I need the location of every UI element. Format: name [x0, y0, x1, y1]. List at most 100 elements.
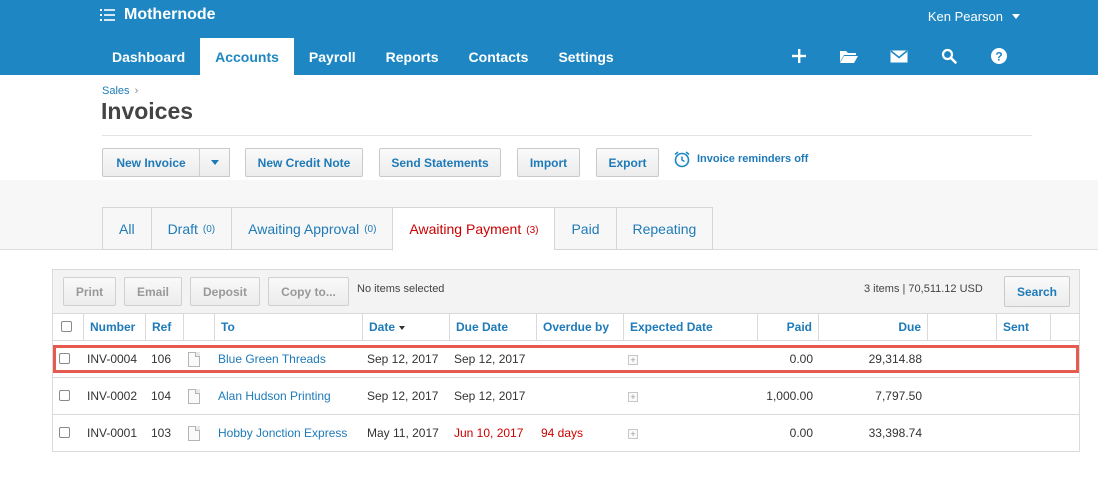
column-spacer [928, 314, 997, 340]
column-due[interactable]: Due [819, 314, 928, 340]
row-checkbox[interactable] [59, 353, 70, 364]
tab-all[interactable]: All [102, 207, 151, 250]
column-to[interactable]: To [215, 314, 363, 340]
add-expected-date-icon[interactable]: + [628, 355, 638, 365]
nav-tab-contacts[interactable]: Contacts [454, 38, 544, 75]
deposit-button[interactable]: Deposit [190, 277, 260, 306]
help-icon[interactable]: ? [974, 44, 1024, 68]
app-brand[interactable]: Mothernode [100, 6, 216, 24]
nav-tab-reports[interactable]: Reports [371, 38, 454, 75]
print-button[interactable]: Print [63, 277, 116, 306]
nav-tab-settings[interactable]: Settings [543, 38, 628, 75]
breadcrumb-sales[interactable]: Sales [102, 85, 130, 97]
new-invoice-button[interactable]: New Invoice [102, 148, 200, 177]
page-title: Invoices [101, 98, 194, 124]
amount-due: 7,797.50 [875, 389, 922, 403]
invoice-number: INV-0004 [87, 352, 138, 366]
select-all-cell [53, 314, 84, 340]
menu-icon[interactable] [100, 8, 116, 22]
svg-text:?: ? [995, 50, 1002, 64]
invoice-ref: 106 [151, 352, 172, 366]
invoice-date: Sep 12, 2017 [367, 352, 439, 366]
invoice-table-panel: Print Email Deposit Copy to... No items … [52, 269, 1080, 452]
tab-count: (0) [364, 224, 377, 235]
amount-due: 33,398.74 [868, 426, 922, 440]
table-row[interactable]: INV-0004 106 Blue Green Threads Sep 12, … [53, 341, 1079, 378]
row-checkbox[interactable] [59, 427, 70, 438]
new-invoice-dropdown-button[interactable] [199, 148, 230, 177]
search-button[interactable]: Search [1004, 276, 1070, 307]
tab-draft[interactable]: Draft (0) [150, 207, 232, 250]
tab-awaiting-approval[interactable]: Awaiting Approval (0) [231, 207, 393, 250]
invoice-number: INV-0002 [87, 389, 138, 403]
column-number[interactable]: Number [84, 314, 146, 340]
column-due-date[interactable]: Due Date [450, 314, 537, 340]
new-credit-note-button[interactable]: New Credit Note [245, 148, 363, 177]
tab-awaiting-payment[interactable]: Awaiting Payment (3) [392, 207, 555, 251]
tab-label: Awaiting Approval [248, 220, 360, 237]
nav-tab-accounts[interactable]: Accounts [200, 38, 294, 75]
tab-repeating[interactable]: Repeating [615, 207, 714, 250]
copy-to-button[interactable]: Copy to... [268, 277, 349, 306]
header-actions: ? [774, 44, 1024, 68]
column-attachment [184, 314, 215, 340]
column-ref[interactable]: Ref [146, 314, 184, 340]
document-icon [188, 426, 200, 441]
table-row[interactable]: INV-0001 103 Hobby Jonction Express May … [53, 415, 1079, 452]
email-button[interactable]: Email [124, 277, 182, 306]
tab-label: Repeating [632, 220, 697, 237]
main-nav: Dashboard Accounts Payroll Reports Conta… [97, 38, 629, 75]
column-overdue-by[interactable]: Overdue by [537, 314, 624, 340]
column-expected-date[interactable]: Expected Date [624, 314, 758, 340]
alarm-clock-icon [674, 151, 690, 168]
chevron-down-icon [210, 160, 219, 165]
column-date[interactable]: Date [363, 314, 450, 340]
amount-due: 29,314.88 [868, 352, 922, 366]
breadcrumb: Sales › [102, 85, 138, 97]
user-menu[interactable]: Ken Pearson [928, 9, 1020, 24]
invoice-due-date: Sep 12, 2017 [454, 389, 526, 403]
send-statements-button[interactable]: Send Statements [379, 148, 501, 177]
app-name: Mothernode [124, 6, 216, 23]
reminders-label: Invoice reminders off [697, 153, 809, 165]
invoice-ref: 104 [151, 389, 172, 403]
search-icon[interactable] [924, 44, 974, 68]
tab-paid[interactable]: Paid [554, 207, 616, 250]
tab-label: Draft [167, 220, 198, 237]
add-expected-date-icon[interactable]: + [628, 392, 638, 402]
nav-tab-dashboard[interactable]: Dashboard [97, 38, 200, 75]
export-button[interactable]: Export [596, 148, 659, 177]
sort-desc-icon [399, 325, 406, 330]
table-header: Number Ref To Date Due Date Overdue by E… [53, 314, 1079, 341]
column-sent[interactable]: Sent [997, 314, 1051, 340]
items-summary: 3 items | 70,511.12 USD [864, 283, 983, 295]
add-expected-date-icon[interactable]: + [628, 429, 638, 439]
tab-label: All [119, 220, 135, 237]
contact-link[interactable]: Hobby Jonction Express [218, 415, 347, 452]
invoice-due-date: Sep 12, 2017 [454, 352, 526, 366]
column-paid[interactable]: Paid [758, 314, 819, 340]
user-name: Ken Pearson [927, 9, 1003, 24]
mail-icon[interactable] [874, 44, 924, 68]
invoice-reminders-toggle[interactable]: Invoice reminders off [673, 150, 808, 168]
tab-label: Awaiting Payment [409, 221, 522, 237]
invoice-due-date: Jun 10, 2017 [454, 426, 524, 440]
overdue-by: 94 days [541, 426, 584, 440]
amount-paid: 0.00 [789, 426, 813, 440]
plus-icon[interactable] [774, 44, 824, 68]
invoice-date: May 11, 2017 [367, 426, 439, 440]
selection-status: No items selected [357, 283, 445, 295]
select-all-checkbox[interactable] [61, 321, 72, 332]
nav-tab-payroll[interactable]: Payroll [294, 38, 371, 75]
invoice-number: INV-0001 [87, 426, 138, 440]
title-divider [102, 135, 1032, 136]
tab-count: (3) [526, 224, 539, 236]
document-icon [188, 352, 200, 367]
invoice-date: Sep 12, 2017 [367, 389, 439, 403]
table-row[interactable]: INV-0002 104 Alan Hudson Printing Sep 12… [53, 378, 1079, 415]
row-checkbox[interactable] [59, 390, 70, 401]
contact-link[interactable]: Alan Hudson Printing [218, 378, 331, 415]
folder-icon[interactable] [824, 44, 874, 68]
contact-link[interactable]: Blue Green Threads [218, 341, 326, 378]
import-button[interactable]: Import [517, 148, 580, 177]
